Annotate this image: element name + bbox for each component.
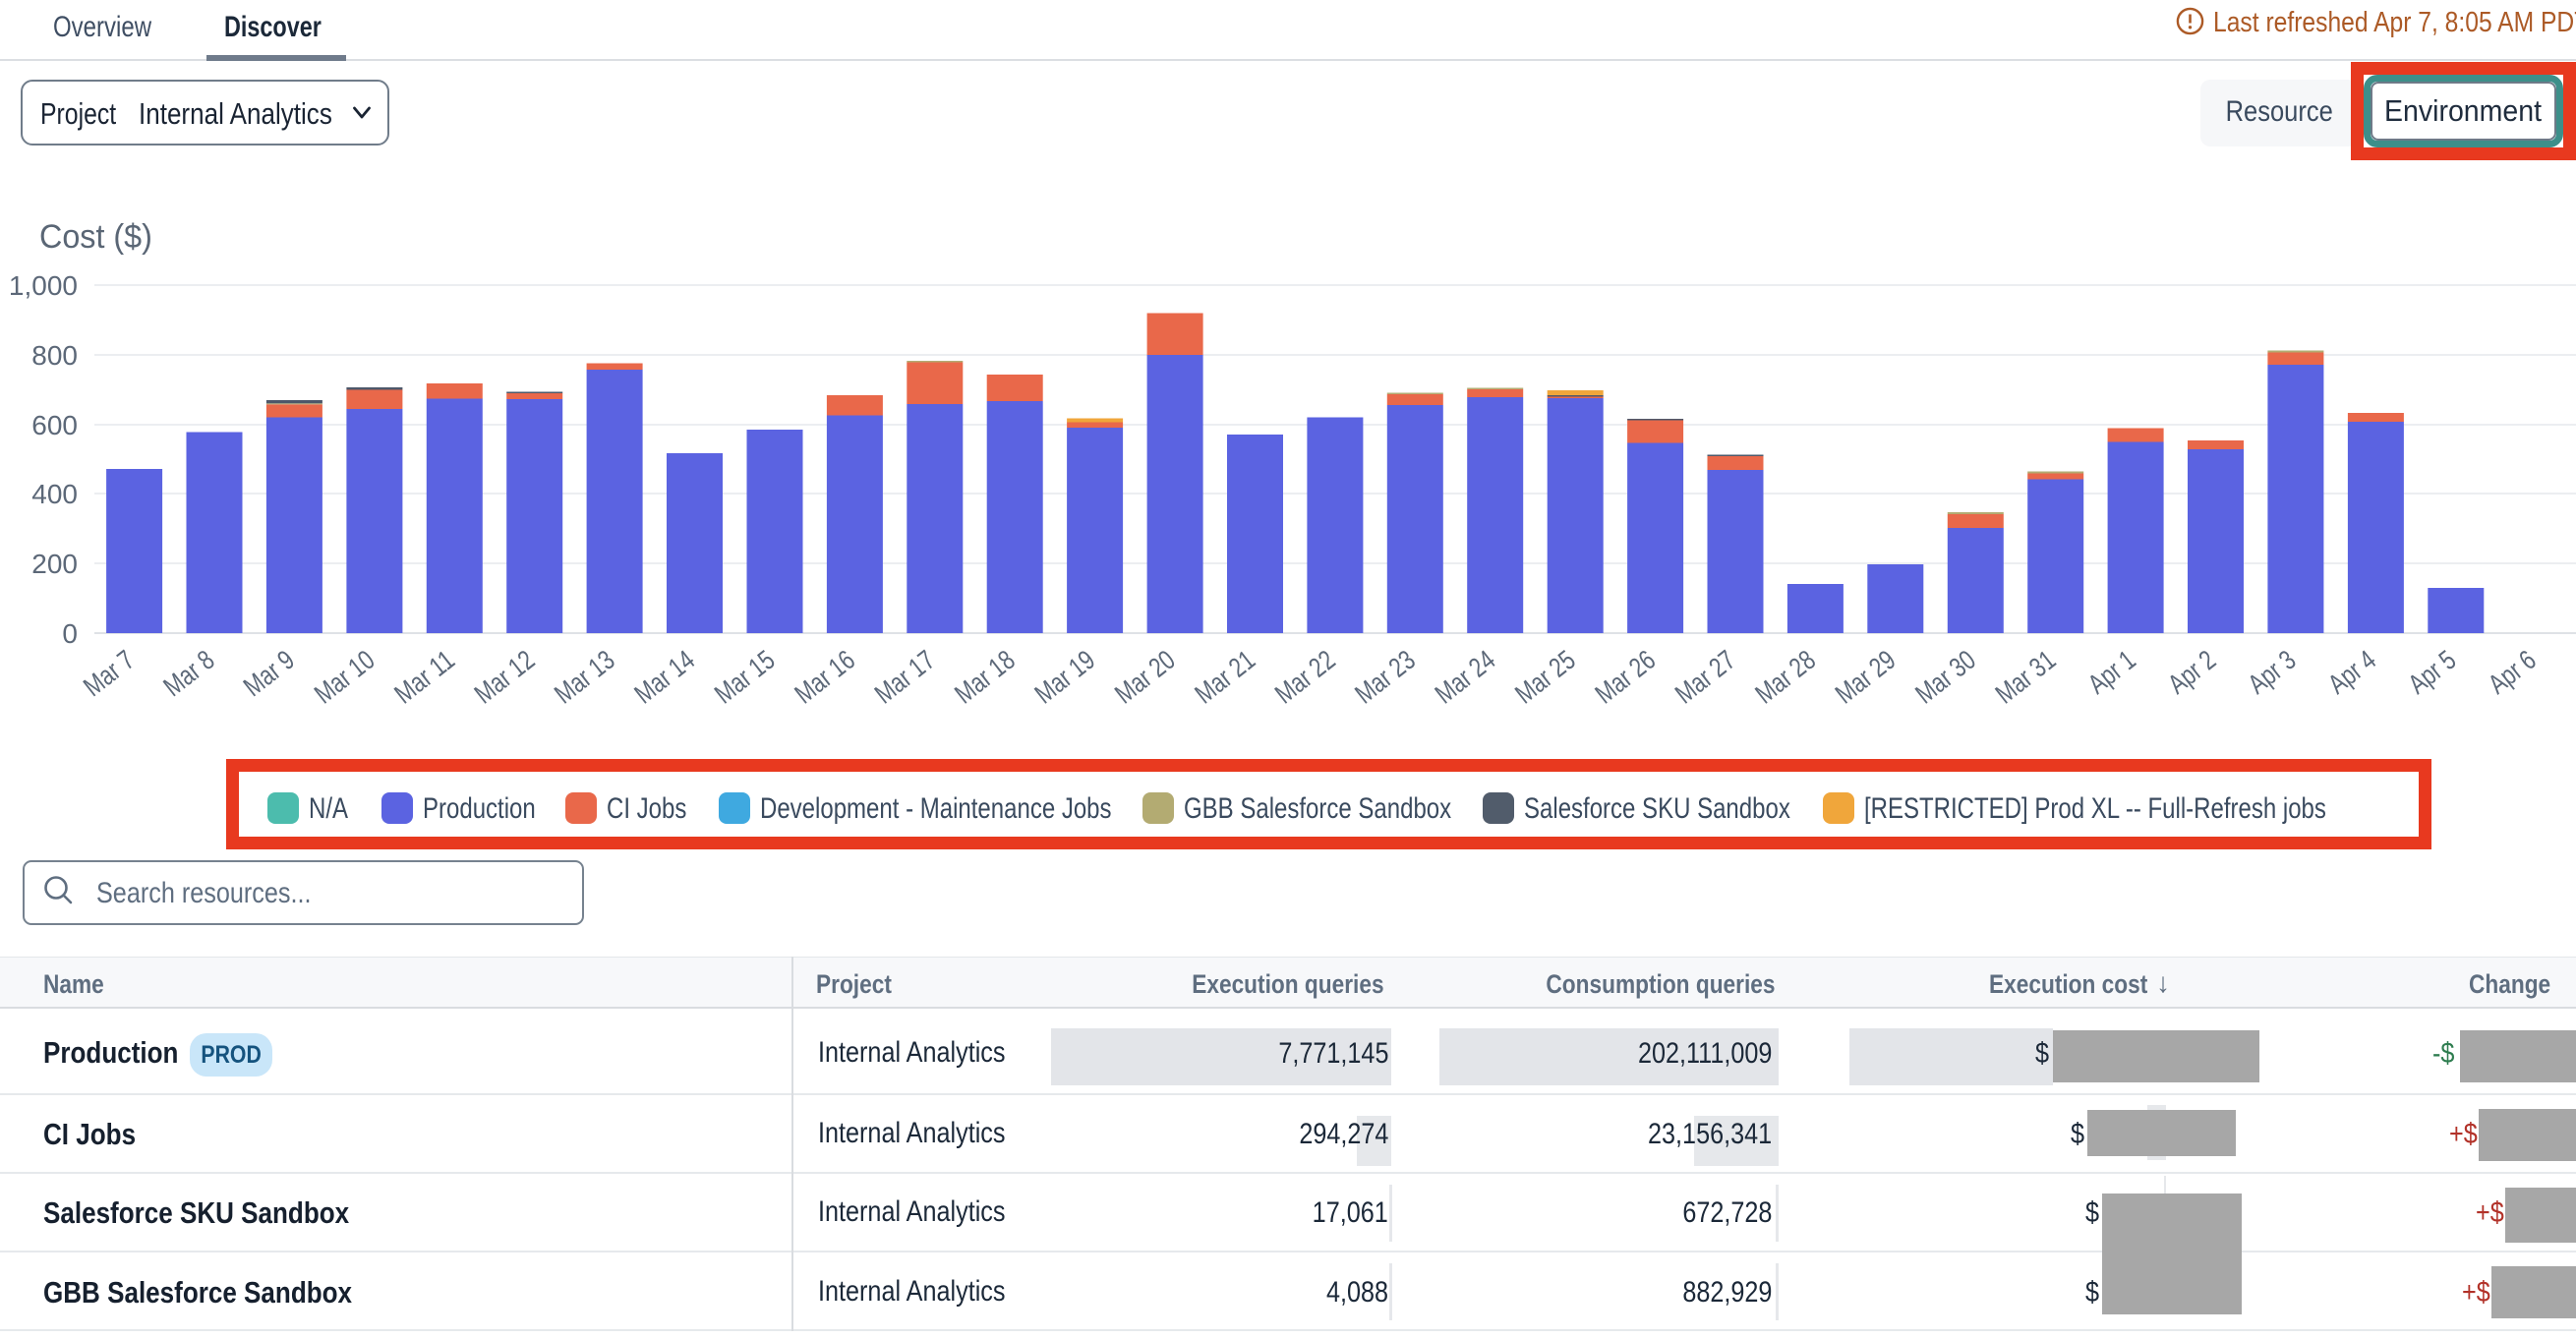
svg-text:Mar 23: Mar 23	[1349, 644, 1421, 709]
svg-text:Apr 6: Apr 6	[2483, 644, 2542, 699]
svg-text:Mar 18: Mar 18	[949, 644, 1021, 709]
svg-text:Mar 30: Mar 30	[1909, 644, 1981, 709]
svg-text:Mar 8: Mar 8	[157, 644, 219, 702]
svg-text:0: 0	[62, 618, 78, 649]
svg-text:Mar 26: Mar 26	[1590, 644, 1662, 709]
svg-text:Mar 14: Mar 14	[629, 644, 701, 709]
svg-text:Apr 5: Apr 5	[2402, 644, 2461, 699]
svg-text:Mar 15: Mar 15	[709, 644, 781, 709]
svg-text:400: 400	[31, 479, 78, 509]
svg-text:Apr 1: Apr 1	[2082, 644, 2141, 699]
svg-text:Mar 13: Mar 13	[549, 644, 620, 709]
svg-text:Mar 21: Mar 21	[1190, 644, 1261, 709]
svg-text:Apr 4: Apr 4	[2322, 644, 2381, 699]
svg-text:Mar 25: Mar 25	[1509, 644, 1581, 709]
svg-text:Mar 12: Mar 12	[469, 644, 541, 709]
svg-text:Mar 10: Mar 10	[309, 644, 381, 709]
svg-text:Mar 11: Mar 11	[388, 644, 460, 709]
svg-text:Mar 28: Mar 28	[1749, 644, 1821, 709]
svg-text:800: 800	[31, 340, 78, 371]
svg-text:Mar 20: Mar 20	[1109, 644, 1181, 709]
svg-text:1,000: 1,000	[9, 270, 78, 301]
svg-text:Mar 19: Mar 19	[1029, 644, 1101, 709]
svg-text:Mar 29: Mar 29	[1830, 644, 1902, 709]
svg-text:Mar 24: Mar 24	[1430, 644, 1501, 709]
svg-text:Apr 2: Apr 2	[2162, 644, 2221, 699]
svg-text:600: 600	[31, 410, 78, 440]
svg-text:Mar 31: Mar 31	[1990, 644, 2062, 709]
svg-text:Mar 27: Mar 27	[1669, 644, 1741, 709]
svg-text:Apr 3: Apr 3	[2243, 644, 2302, 699]
svg-text:Mar 22: Mar 22	[1269, 644, 1341, 709]
svg-text:Mar 17: Mar 17	[869, 644, 941, 709]
svg-text:Mar 9: Mar 9	[238, 644, 300, 702]
svg-text:200: 200	[31, 549, 78, 579]
svg-text:Mar 16: Mar 16	[789, 644, 860, 709]
svg-text:Mar 7: Mar 7	[78, 644, 140, 702]
